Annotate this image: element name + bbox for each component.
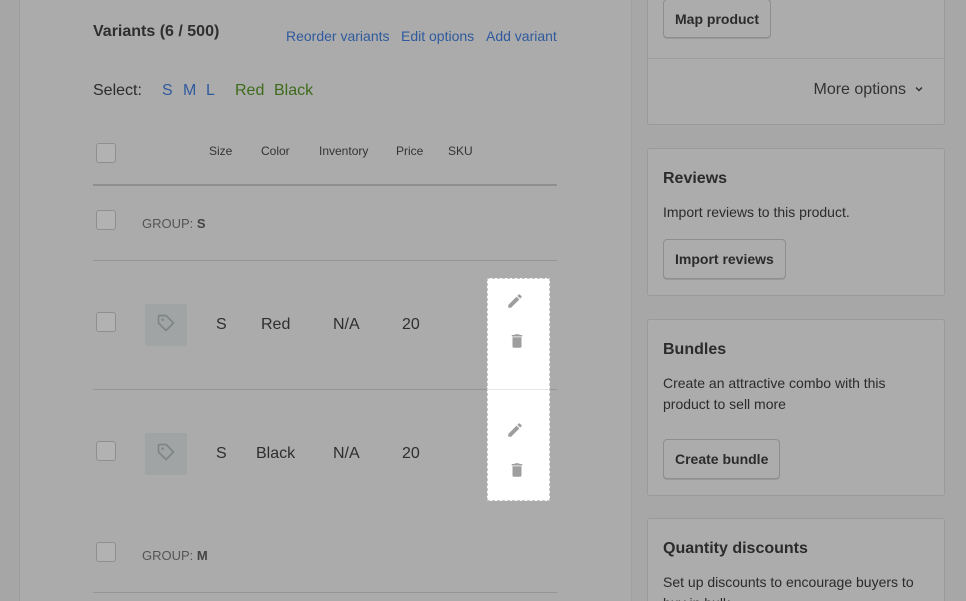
- add-variant-link[interactable]: Add variant: [486, 28, 557, 44]
- bundles-text: Create an attractive combo with this pro…: [663, 375, 886, 412]
- row-divider: [93, 260, 557, 261]
- delete-variant-button[interactable]: [507, 462, 527, 482]
- chevron-down-icon: [914, 81, 924, 99]
- create-bundle-button[interactable]: Create bundle: [663, 439, 781, 479]
- quantity-discounts-text: Set up discounts to encourage buyers to …: [663, 574, 914, 601]
- column-header-sku: SKU: [448, 144, 473, 158]
- left-gutter: [0, 0, 20, 601]
- select-size-l[interactable]: L: [206, 82, 215, 100]
- quantity-discounts-title: Quantity discounts: [663, 540, 808, 557]
- more-options-label: More options: [813, 81, 907, 98]
- select-size-s[interactable]: S: [162, 82, 173, 100]
- column-header-price: Price: [396, 144, 424, 158]
- variant-inventory: N/A: [333, 316, 360, 333]
- variant-inventory: N/A: [333, 445, 360, 462]
- bundles-title: Bundles: [663, 341, 727, 358]
- variant-size: S: [216, 316, 227, 333]
- group-label: GROUP: M: [142, 548, 208, 563]
- trash-icon: [508, 461, 526, 484]
- column-header-size: Size: [209, 144, 233, 158]
- variant-price: 20: [402, 316, 420, 333]
- import-reviews-button[interactable]: Import reviews: [663, 239, 786, 279]
- variant-color: Red: [261, 316, 291, 333]
- reviews-text: Import reviews to this product.: [663, 204, 850, 220]
- variant-image-placeholder[interactable]: [145, 433, 187, 475]
- group-checkbox[interactable]: [96, 542, 116, 562]
- variants-title: Variants (6 / 500): [93, 23, 220, 40]
- select-label: Select:: [93, 82, 142, 99]
- reviews-card: Reviews Import reviews to this product. …: [647, 148, 945, 296]
- map-product-button[interactable]: Map product: [663, 0, 771, 38]
- reorder-variants-link[interactable]: Reorder variants: [286, 28, 390, 44]
- variant-size: S: [216, 445, 227, 462]
- tag-icon: [156, 442, 176, 467]
- bundles-card: Bundles Create an attractive combo with …: [647, 319, 945, 496]
- row-divider: [93, 592, 557, 593]
- delete-variant-button[interactable]: [507, 333, 527, 353]
- select-size-m[interactable]: M: [183, 82, 196, 100]
- select-all-checkbox[interactable]: [96, 143, 116, 163]
- variant-image-placeholder[interactable]: [145, 304, 187, 346]
- trash-icon: [508, 332, 526, 355]
- quantity-discounts-card: Quantity discounts Set up discounts to e…: [647, 518, 945, 601]
- row-checkbox[interactable]: [96, 312, 116, 332]
- group-checkbox[interactable]: [96, 210, 116, 230]
- product-mapping-card: Map product More options: [647, 0, 945, 125]
- select-color-black[interactable]: Black: [274, 82, 313, 100]
- card-divider: [648, 58, 944, 59]
- variant-price: 20: [402, 445, 420, 462]
- edit-options-link[interactable]: Edit options: [401, 28, 474, 44]
- row-actions-divider: [487, 389, 550, 390]
- pencil-icon: [506, 421, 524, 444]
- edit-variant-button[interactable]: [505, 422, 525, 442]
- variant-color: Black: [256, 445, 296, 462]
- column-header-color: Color: [261, 144, 290, 158]
- reviews-title: Reviews: [663, 170, 728, 187]
- more-options-toggle[interactable]: More options: [814, 81, 925, 99]
- group-label: GROUP: S: [142, 216, 206, 231]
- edit-variant-button[interactable]: [505, 293, 525, 313]
- row-checkbox[interactable]: [96, 441, 116, 461]
- pencil-icon: [506, 292, 524, 315]
- header-divider: [93, 184, 557, 186]
- tag-icon: [156, 313, 176, 338]
- select-color-red[interactable]: Red: [235, 82, 264, 100]
- column-header-inventory: Inventory: [319, 144, 369, 158]
